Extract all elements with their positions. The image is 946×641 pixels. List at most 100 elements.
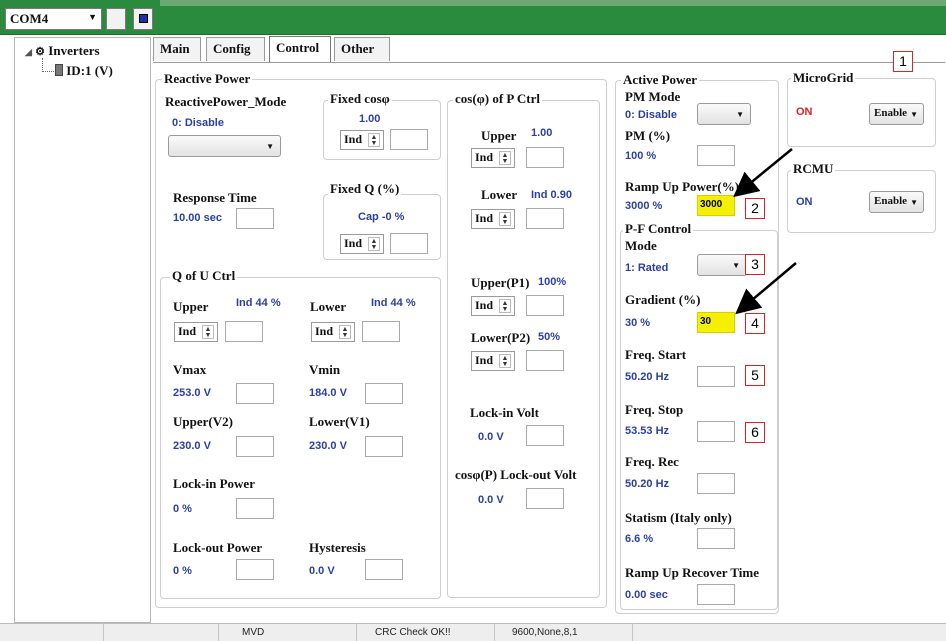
response-time-input[interactable] [236,208,274,229]
tab-main[interactable]: Main [153,37,201,61]
lockout-power-input[interactable] [236,559,274,580]
callout-5: 5 [745,365,765,386]
vmin-input[interactable] [365,383,403,404]
cosp-p1-input[interactable] [526,295,564,316]
spin-arrows-icon[interactable]: ▲ ▼ [368,237,380,251]
cos-p-group [447,100,600,598]
cosp-lower-spinner[interactable]: Ind ▲ ▼ [471,209,515,229]
port-select-value: COM4 [10,11,49,26]
chevron-down-icon: ▼ [266,142,274,151]
hysteresis-value: 0.0 V [309,565,335,577]
response-time-label: Response Time [173,190,257,205]
port-select[interactable]: COM4 ▼ [5,8,102,30]
fixed-q-input[interactable] [390,233,428,254]
chevron-down-icon: ▼ [910,110,918,119]
status-divider [103,623,104,641]
cosp-upper-spinner[interactable]: Ind ▲ ▼ [471,148,515,168]
reactive-mode-value: 0: Disable [172,117,224,129]
cosp-lockin-input[interactable] [526,425,564,446]
connect-button[interactable] [106,8,126,30]
pf-control-title: P-F Control [623,221,694,237]
vmax-input[interactable] [236,383,274,404]
pm-mode-value: 0: Disable [625,109,677,121]
tab-control[interactable]: Control [269,36,331,62]
device-tree: ◢ ⚙ Inverters ID:1 (V) [14,37,151,623]
rcmu-select[interactable]: Enable ▼ [869,191,924,213]
pm-input[interactable] [697,145,735,166]
spin-arrows-icon[interactable]: ▲ ▼ [499,212,511,226]
tree-line [42,71,54,72]
chevron-down-icon: ▼ [910,198,918,207]
lockin-power-label: Lock-in Power [173,476,255,491]
fixed-cos-input[interactable] [390,129,428,150]
cosp-lower-value: Ind 0.90 [531,189,572,201]
qou-lower-spinner[interactable]: Ind ▲ ▼ [311,322,355,342]
fixed-cos-title: Fixed cosφ [328,91,392,107]
status-divider [218,623,219,641]
gradient-label: Gradient (%) [625,292,701,307]
qou-upper-input[interactable] [225,321,263,342]
cosp-lower-input[interactable] [526,208,564,229]
inverter-group-icon: ⚙ [35,46,46,58]
gradient-input[interactable]: 30 [697,312,735,333]
hysteresis-input[interactable] [365,559,403,580]
upper-v2-input[interactable] [236,436,274,457]
freq-start-input[interactable] [697,366,735,387]
spin-arrows-icon[interactable]: ▲ ▼ [499,151,511,165]
spin-arrows-icon[interactable]: ▲ ▼ [368,133,380,147]
microgrid-select-value: Enable [874,107,908,119]
reactive-power-title: Reactive Power [162,71,253,87]
chevron-down-icon: ▼ [88,12,97,22]
spin-arrows-icon[interactable]: ▲ ▼ [499,354,511,368]
spin-arrows-icon[interactable]: ▲ ▼ [339,325,351,339]
microgrid-select[interactable]: Enable ▼ [869,103,924,125]
vmax-value: 253.0 V [173,387,211,399]
cosp-p1-spinner[interactable]: Ind ▲ ▼ [471,296,515,316]
cosp-upper-input[interactable] [526,147,564,168]
tree-item-inverter-1[interactable]: ID:1 (V) [55,63,113,79]
pm-mode-select[interactable]: ▼ [697,103,751,125]
ramp-up-label: Ramp Up Power(%) [625,179,740,194]
cosp-upper-label: Upper [481,128,517,143]
stop-icon [139,14,148,23]
cosp-p1-label: Upper(P1) [471,275,530,290]
spin-arrows-icon[interactable]: ▲ ▼ [202,325,214,339]
pf-mode-select[interactable]: ▼ [697,254,747,276]
spin-arrows-icon[interactable]: ▲ ▼ [499,299,511,313]
pm-label: PM (%) [625,128,671,143]
qou-upper-spinner[interactable]: Ind ▲ ▼ [174,322,218,342]
fixed-q-title: Fixed Q (%) [328,181,402,197]
fixed-q-mode-spinner[interactable]: Ind ▲ ▼ [340,234,384,254]
collapse-icon[interactable]: ◢ [25,47,32,57]
freq-rec-value: 50.20 Hz [625,478,670,490]
cos-p-title: cos(φ) of P Ctrl [453,91,543,107]
cosp-p2-spinner[interactable]: Ind ▲ ▼ [471,351,515,371]
cosp-upper-value: 1.00 [531,127,553,139]
ramp-up-input[interactable]: 3000 [697,195,735,216]
statism-input[interactable] [697,528,735,549]
cosp-p2-label: Lower(P2) [471,330,531,345]
lockin-power-input[interactable] [236,498,274,519]
cosp-lockout-input[interactable] [526,488,564,509]
tab-config[interactable]: Config [206,37,265,61]
tree-node-label: ID:1 (V) [66,63,113,78]
stop-button[interactable] [133,8,153,30]
freq-stop-input[interactable] [697,421,735,442]
lower-v1-value: 230.0 V [309,440,347,452]
tree-item-inverters[interactable]: ◢ ⚙ Inverters [25,43,100,59]
pf-mode-value: 1: Rated [625,262,669,274]
status-divider [632,623,633,641]
status-divider [494,623,495,641]
tab-other[interactable]: Other [334,37,390,61]
lower-v1-input[interactable] [365,436,403,457]
status-crc: CRC Check OK!! [375,627,451,638]
fixed-cos-mode-spinner[interactable]: Ind ▲ ▼ [340,130,384,150]
qou-upper-label: Upper [173,299,209,314]
qou-lower-input[interactable] [362,321,400,342]
cosp-p2-input[interactable] [526,350,564,371]
freq-rec-input[interactable] [697,473,735,494]
reactive-mode-select[interactable]: ▼ [168,135,281,157]
ramp-recover-input[interactable] [697,584,735,605]
tree-root-label: Inverters [48,43,100,58]
fixed-q-value: Cap -0 % [358,211,405,223]
